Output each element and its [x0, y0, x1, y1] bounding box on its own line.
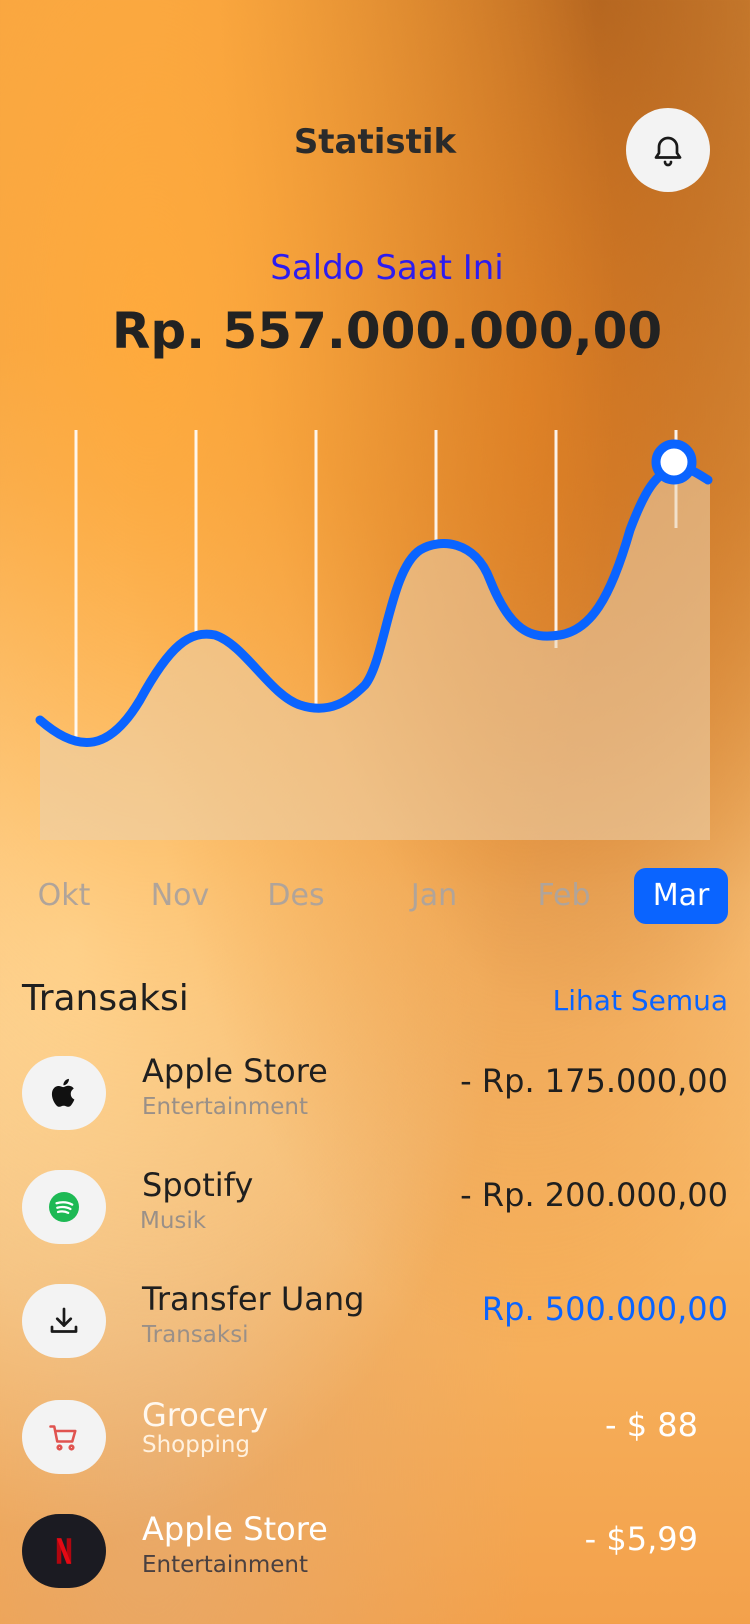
- transactions-title: Transaksi: [22, 978, 189, 1019]
- transaction-icon: [22, 1056, 106, 1130]
- transaction-item[interactable]: Apple Store Entertainment - Rp. 175.000,…: [0, 1052, 750, 1166]
- transaction-icon: [22, 1170, 106, 1244]
- transaction-category: Musik: [140, 1208, 207, 1234]
- transaction-name: Grocery: [142, 1396, 269, 1434]
- month-feb[interactable]: Feb: [528, 868, 600, 924]
- balance-value: Rp. 557.000.000,00: [111, 302, 663, 360]
- transaction-item[interactable]: Grocery Shopping - $ 88: [0, 1396, 750, 1510]
- transaction-item[interactable]: Spotify Musik - Rp. 200.000,00: [0, 1166, 750, 1280]
- transaction-item[interactable]: Transfer Uang Transaksi Rp. 500.000,00: [0, 1280, 750, 1394]
- chart-marker: [651, 439, 697, 485]
- transaction-name: Spotify: [142, 1166, 254, 1204]
- transaction-name: Apple Store: [142, 1510, 328, 1548]
- month-nov[interactable]: Nov: [144, 868, 216, 924]
- month-mar[interactable]: Mar: [634, 868, 728, 924]
- transaction-category: Shopping: [142, 1432, 251, 1458]
- spotify-icon: [49, 1192, 79, 1222]
- balance-chart: [35, 430, 713, 840]
- bell-icon: [654, 136, 682, 167]
- month-okt[interactable]: Okt: [28, 868, 100, 924]
- month-selector: Okt Nov Des Jan Feb Mar: [0, 868, 750, 928]
- transaction-amount: Rp. 500.000,00: [481, 1290, 728, 1328]
- transaction-category: Transaksi: [142, 1322, 249, 1348]
- download-icon: [50, 1307, 78, 1333]
- transaction-icon: [22, 1514, 106, 1588]
- apple-icon: [51, 1078, 75, 1107]
- netflix-icon: [56, 1538, 72, 1564]
- month-jan[interactable]: Jan: [398, 868, 470, 924]
- transaction-category: Entertainment: [142, 1094, 308, 1120]
- transaction-amount: - Rp. 200.000,00: [460, 1176, 728, 1214]
- transaction-icon: [22, 1400, 106, 1474]
- transaction-amount: - Rp. 175.000,00: [460, 1062, 728, 1100]
- transaction-amount: - $ 88: [605, 1406, 698, 1444]
- cart-icon: [49, 1425, 77, 1451]
- see-all-link[interactable]: Lihat Semua: [553, 984, 728, 1017]
- transaction-amount: - $5,99: [584, 1520, 698, 1558]
- transaction-name: Apple Store: [142, 1052, 328, 1090]
- transaction-name: Transfer Uang: [142, 1280, 365, 1318]
- balance-label: Saldo Saat Ini: [270, 248, 504, 288]
- transaction-icon: [22, 1284, 106, 1358]
- notification-button[interactable]: [626, 108, 710, 192]
- month-des[interactable]: Des: [260, 868, 332, 924]
- transaction-item[interactable]: Apple Store Entertainment - $5,99: [0, 1510, 750, 1624]
- transaction-category: Entertainment: [142, 1552, 308, 1578]
